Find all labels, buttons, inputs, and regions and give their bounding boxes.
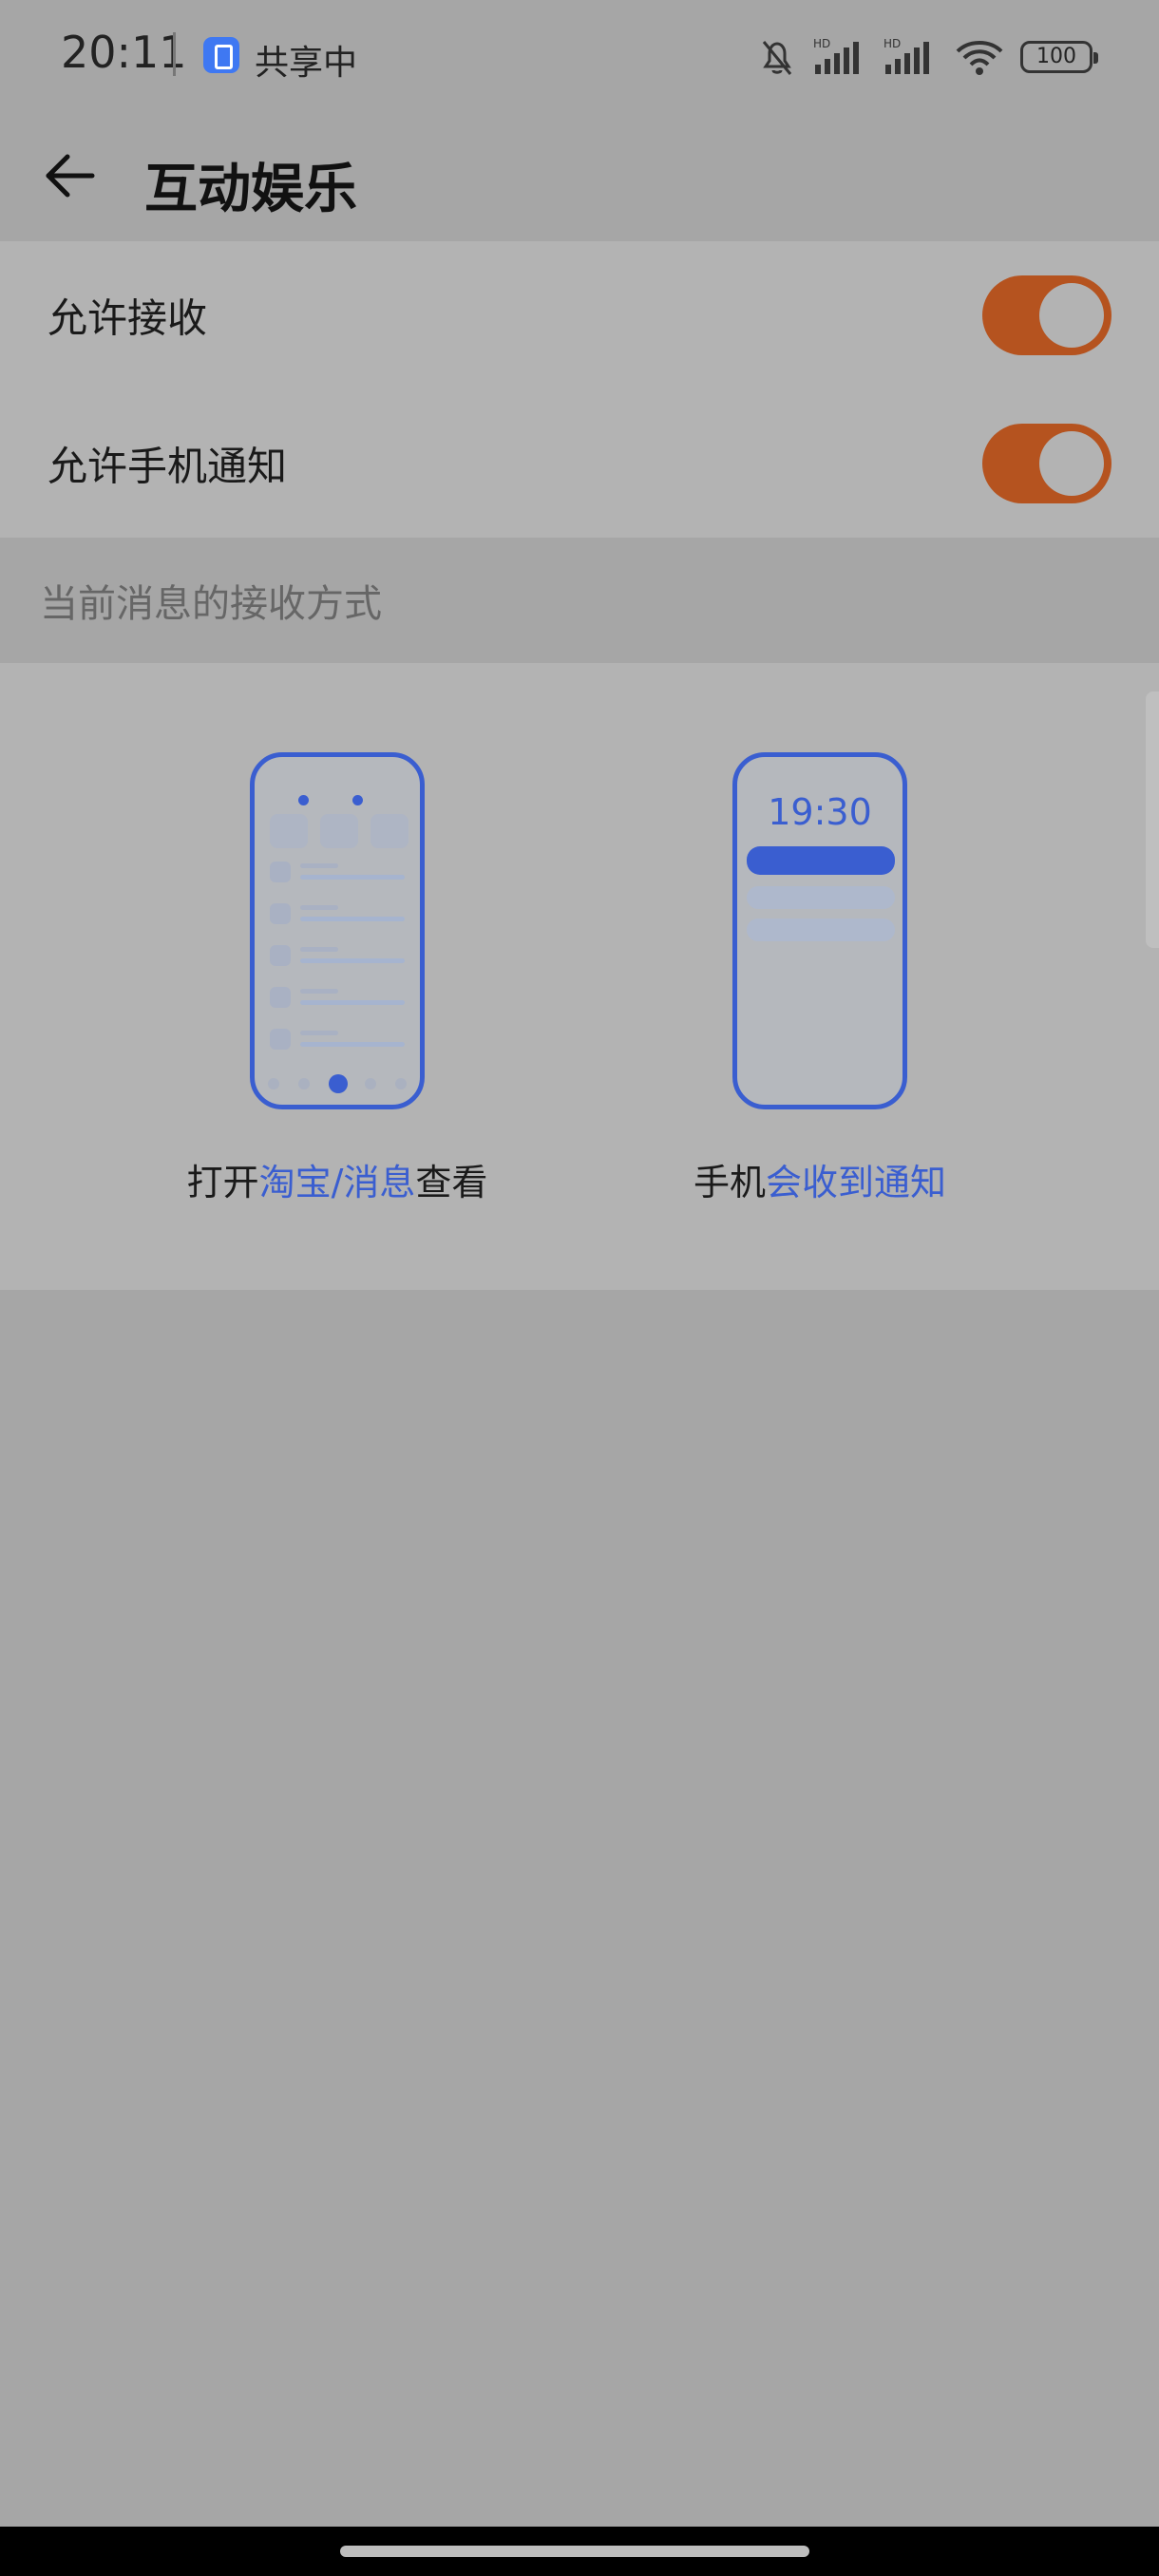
network-type-label-2: HD xyxy=(884,37,901,50)
allow-receive-toggle[interactable] xyxy=(982,275,1112,355)
setting-label: 允许接收 xyxy=(48,294,208,342)
notification-placeholder xyxy=(747,919,895,941)
bell-off-icon xyxy=(762,41,792,75)
toggle-knob xyxy=(1039,431,1104,496)
scrollbar[interactable] xyxy=(1146,691,1159,948)
phone-grid xyxy=(270,814,408,848)
phone-eye xyxy=(298,795,309,805)
phone-list-item xyxy=(270,943,412,970)
page-title: 互动娱乐 xyxy=(144,159,357,220)
mode-caption-open-app: 打开淘宝/消息查看 xyxy=(147,1153,527,1205)
phone-clock: 19:30 xyxy=(768,791,872,833)
setting-label: 允许手机通知 xyxy=(48,443,288,490)
status-bar: 20:11 共享中 HD HD 100 xyxy=(0,0,1159,112)
app-header: 互动娱乐 xyxy=(0,112,1159,241)
caption-highlight: 会收到通知 xyxy=(766,1162,947,1203)
caption-text: 手机 xyxy=(693,1162,766,1203)
status-icons: HD HD 100 xyxy=(756,28,1098,85)
phone-eye xyxy=(352,795,363,805)
mode-open-app[interactable]: 打开淘宝/消息查看 xyxy=(147,752,527,1205)
settings-list: 允许接收 允许手机通知 xyxy=(0,241,1159,538)
receive-modes-panel: 打开淘宝/消息查看 19:30 手机会收到通知 xyxy=(0,663,1159,1290)
mode-phone-notification[interactable]: 19:30 手机会收到通知 xyxy=(630,752,1010,1205)
allow-phone-notification-toggle[interactable] xyxy=(982,424,1112,503)
back-button[interactable] xyxy=(38,144,101,207)
setting-row-allow-phone-notification: 允许手机通知 xyxy=(0,389,1159,538)
phone-list-item xyxy=(270,860,412,886)
home-indicator[interactable] xyxy=(340,2546,809,2557)
caption-highlight: 淘宝/消息 xyxy=(258,1162,416,1203)
phone-lockscreen-illustration: 19:30 xyxy=(732,752,907,1109)
network-type-label: HD xyxy=(813,37,830,50)
system-nav-bar xyxy=(0,2527,1159,2576)
phone-list-item xyxy=(270,901,412,928)
signal-icon-2: HD xyxy=(884,37,929,74)
status-time: 20:11 xyxy=(61,27,187,78)
arrow-left-icon xyxy=(46,154,95,198)
phone-app-illustration xyxy=(250,752,425,1109)
setting-row-allow-receive: 允许接收 xyxy=(0,241,1159,389)
section-header: 当前消息的接收方式 xyxy=(0,538,1159,663)
notification-placeholder xyxy=(747,886,895,909)
toggle-knob xyxy=(1039,283,1104,348)
section-title: 当前消息的接收方式 xyxy=(40,582,382,626)
notification-bar xyxy=(747,846,895,875)
caption-text: 打开 xyxy=(186,1162,259,1203)
share-status-text: 共享中 xyxy=(255,44,358,83)
phone-list-item xyxy=(270,1027,412,1053)
wifi-icon xyxy=(956,41,1003,75)
caption-text: 查看 xyxy=(415,1162,488,1203)
status-divider xyxy=(173,32,176,76)
mode-caption-phone-notification: 手机会收到通知 xyxy=(630,1153,1010,1205)
phone-list-item xyxy=(270,985,412,1012)
phone-nav-bar xyxy=(264,1074,410,1093)
signal-icon: HD xyxy=(813,37,859,74)
screen-share-icon xyxy=(203,37,239,73)
battery-indicator: 100 xyxy=(1020,41,1098,73)
